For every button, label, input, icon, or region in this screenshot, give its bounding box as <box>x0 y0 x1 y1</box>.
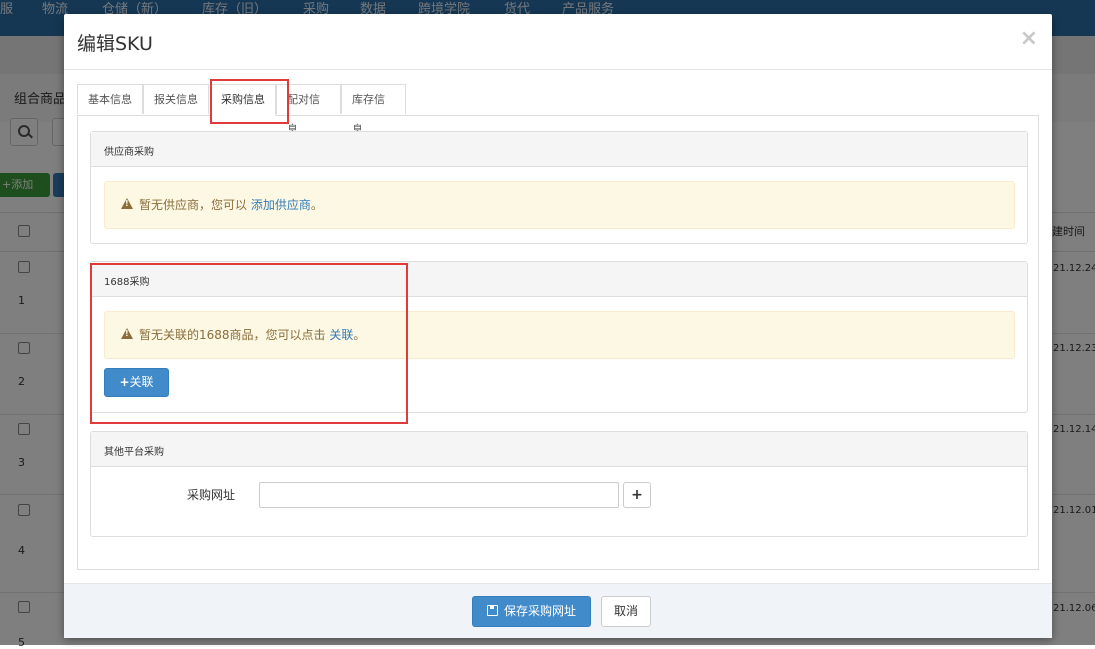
plus-icon: + <box>119 375 130 389</box>
warning-icon <box>121 198 133 209</box>
panel-heading: 1688采购 <box>91 262 1027 297</box>
link-1688-link[interactable]: 关联 <box>329 328 353 342</box>
edit-sku-modal: 编辑SKU × 基本信息 报关信息 采购信息 配对信息 库存信息 供应商采购 暂… <box>64 14 1052 638</box>
supplier-panel: 供应商采购 暂无供应商，您可以 添加供应商。 <box>90 131 1028 244</box>
warning-icon <box>121 328 133 339</box>
close-icon[interactable]: × <box>1020 26 1038 51</box>
tab-basic-info[interactable]: 基本信息 <box>77 84 143 114</box>
save-icon <box>486 605 498 616</box>
cancel-button[interactable]: 取消 <box>601 596 651 627</box>
panel-title: 供应商采购 <box>104 147 154 158</box>
alert-text: 暂无关联的1688商品，您可以点击 <box>139 328 326 342</box>
link-1688-button[interactable]: +关联 <box>104 368 169 397</box>
link-button-label: 关联 <box>129 375 154 389</box>
modal-footer: 保存采购网址 取消 <box>64 583 1052 638</box>
alert-message: 暂无供应商，您可以 添加供应商。 <box>139 196 323 213</box>
tab-purchase-info[interactable]: 采购信息 <box>210 84 276 116</box>
purchase-url-label: 采购网址 <box>187 488 236 502</box>
tab-pairing-info[interactable]: 配对信息 <box>276 84 341 136</box>
save-purchase-url-button[interactable]: 保存采购网址 <box>472 596 591 627</box>
add-supplier-link[interactable]: 添加供应商 <box>251 198 311 212</box>
link-1688-warning-alert: 暂无关联的1688商品，您可以点击 关联。 <box>104 311 1015 359</box>
modal-header: 编辑SKU × <box>64 14 1052 70</box>
panel-1688: 1688采购 暂无关联的1688商品，您可以点击 关联。 +关联 <box>90 261 1028 413</box>
other-platform-panel: 其他平台采购 采购网址 + <box>90 431 1028 537</box>
supplier-warning-alert: 暂无供应商，您可以 添加供应商。 <box>104 181 1015 229</box>
panel-title: 1688采购 <box>104 277 150 288</box>
alert-message: 暂无关联的1688商品，您可以点击 关联。 <box>139 326 365 343</box>
tab-stock-info[interactable]: 库存信息 <box>341 84 406 136</box>
alert-suffix: 。 <box>353 328 366 342</box>
modal-title: 编辑SKU <box>77 33 153 55</box>
alert-text: 暂无供应商，您可以 <box>139 198 248 212</box>
tab-customs-info[interactable]: 报关信息 <box>143 84 209 114</box>
save-button-label: 保存采购网址 <box>503 604 576 618</box>
panel-title: 其他平台采购 <box>104 447 164 458</box>
panel-heading: 其他平台采购 <box>91 432 1027 467</box>
add-url-button[interactable]: + <box>623 482 651 508</box>
panel-heading: 供应商采购 <box>91 132 1027 167</box>
alert-suffix: 。 <box>310 198 323 212</box>
purchase-url-input[interactable] <box>259 482 619 508</box>
tab-content: 供应商采购 暂无供应商，您可以 添加供应商。 1688采购 暂无关联的1688商… <box>77 115 1039 570</box>
